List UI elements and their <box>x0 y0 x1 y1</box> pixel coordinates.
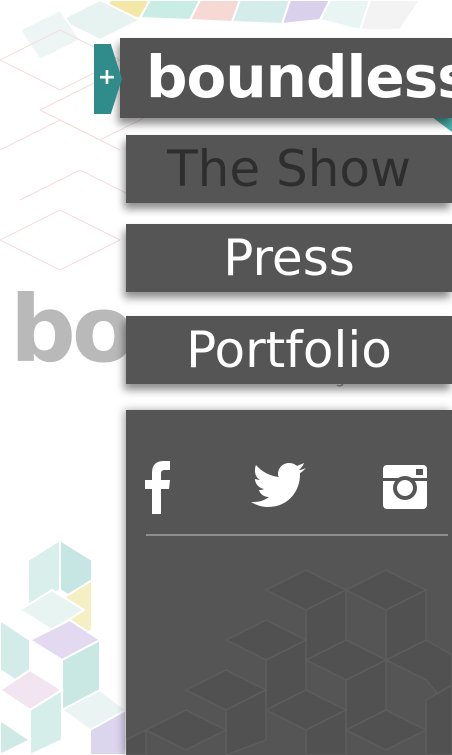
social-divider <box>146 534 448 536</box>
menu-item-label: The Show <box>167 140 411 198</box>
brand-logo-bar[interactable]: boundless <box>120 38 452 118</box>
instagram-icon[interactable] <box>380 458 430 514</box>
brand-logo: boundless <box>146 43 452 111</box>
background-logo-watermark: bo <box>10 276 135 383</box>
twitter-icon[interactable] <box>248 458 308 514</box>
menu-item-label: Portfolio <box>186 321 392 379</box>
menu-item-portfolio[interactable]: Portfolio <box>126 316 452 384</box>
menu-item-press[interactable]: Press <box>126 224 452 292</box>
social-links-panel <box>126 410 452 755</box>
plus-icon: + <box>97 65 117 90</box>
menu-item-the-show[interactable]: The Show <box>126 135 452 203</box>
menu-item-label: Press <box>223 229 355 287</box>
facebook-icon[interactable] <box>142 458 172 514</box>
